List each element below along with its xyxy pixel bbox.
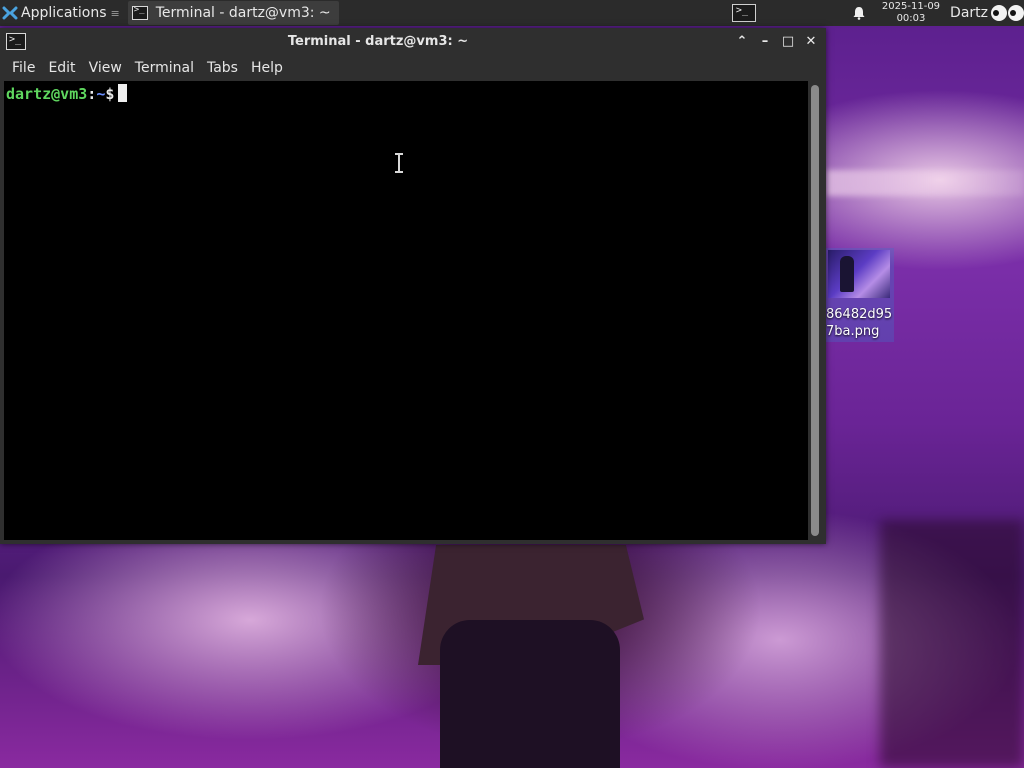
shade-button[interactable]: ⌃ (732, 32, 752, 52)
eye-icon (1008, 5, 1024, 21)
separator-icon: ≡ (110, 6, 120, 20)
panel-tray: 2025-11-09 00:03 Dartz (731, 0, 1024, 26)
xfce-logo-icon (2, 6, 18, 20)
taskbar-terminal-label: Terminal - dartz@vm3: ~ (155, 5, 331, 21)
prompt-colon: : (87, 85, 97, 103)
menu-terminal[interactable]: Terminal (129, 60, 200, 76)
menu-help[interactable]: Help (245, 60, 289, 76)
shell-prompt: dartz@vm3:~$ (6, 84, 128, 103)
maximize-button[interactable]: □ (778, 32, 798, 52)
wallpaper-detail (826, 170, 1024, 196)
terminal-window: Terminal - dartz@vm3: ~ ⌃ – □ ✕ File Edi… (0, 28, 826, 544)
image-thumbnail (828, 250, 890, 298)
clock[interactable]: 2025-11-09 00:03 (882, 1, 940, 25)
bell-icon[interactable] (852, 6, 866, 20)
minimize-button[interactable]: – (755, 32, 775, 52)
menubar: File Edit View Terminal Tabs Help (0, 56, 826, 80)
applications-label: Applications (21, 5, 107, 21)
menu-edit[interactable]: Edit (42, 60, 81, 76)
eye-icon (991, 5, 1007, 21)
desktop-file-label: 86482d95 7ba.png (826, 307, 893, 339)
terminal-launcher-icon[interactable] (731, 4, 756, 22)
prompt-dollar: $ (105, 85, 115, 103)
applications-menu-button[interactable]: Applications ≡ (0, 0, 124, 26)
user-name[interactable]: Dartz (950, 5, 988, 21)
wallpaper-figure (440, 620, 620, 768)
taskbar-terminal-button[interactable]: Terminal - dartz@vm3: ~ (127, 1, 339, 25)
eyes-icon (990, 5, 1024, 21)
terminal-output[interactable]: dartz@vm3:~$ (4, 81, 808, 540)
clock-time: 00:03 (896, 13, 926, 24)
text-cursor (118, 84, 128, 102)
menu-file[interactable]: File (6, 60, 41, 76)
terminal-icon (131, 5, 148, 20)
close-button[interactable]: ✕ (801, 32, 821, 52)
window-titlebar[interactable]: Terminal - dartz@vm3: ~ ⌃ – □ ✕ (0, 28, 826, 56)
terminal-scrollbar[interactable] (808, 81, 822, 540)
ibeam-cursor-icon (395, 153, 403, 173)
prompt-path: ~ (96, 85, 106, 103)
scrollbar-thumb[interactable] (811, 85, 819, 536)
desktop-file-icon[interactable]: 86482d95 7ba.png (826, 248, 894, 342)
clock-date: 2025-11-09 (881, 1, 941, 12)
menu-tabs[interactable]: Tabs (201, 60, 244, 76)
top-panel: Applications ≡ Terminal - dartz@vm3: ~ 2… (0, 0, 1024, 26)
menu-view[interactable]: View (83, 60, 128, 76)
window-title: Terminal - dartz@vm3: ~ (287, 34, 469, 49)
wallpaper-detail (880, 520, 1024, 768)
prompt-user: dartz@vm3 (6, 85, 88, 103)
